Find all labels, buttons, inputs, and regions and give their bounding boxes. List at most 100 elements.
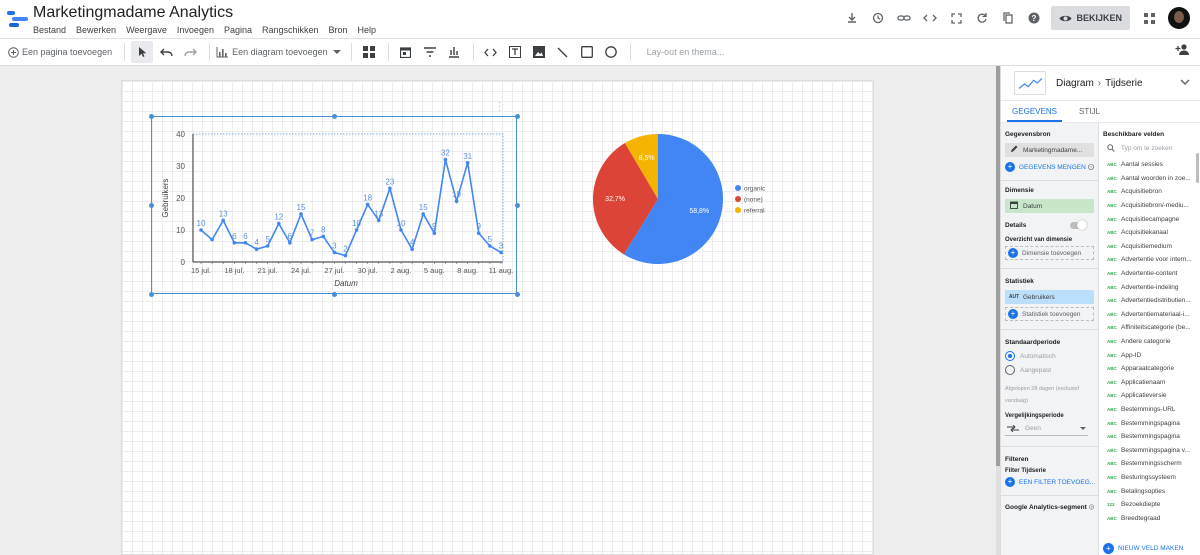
data-source-chip[interactable]: Marketingmadame... [1005,143,1094,157]
data-point[interactable] [399,228,403,232]
data-point[interactable] [499,250,503,255]
menu-view[interactable]: Weergave [126,25,167,35]
add-page-button[interactable]: Een pagina toevoegen [8,41,112,63]
text-box-button[interactable] [504,41,526,63]
field-item[interactable]: ABC Applicatieversie [1103,389,1199,403]
field-item[interactable]: ABC Bestemmingsscherm [1103,457,1199,471]
tab-style[interactable]: STIJL [1062,101,1117,122]
field-item[interactable]: ABC Advertentie-content [1103,267,1199,281]
date-range-button[interactable] [395,41,417,63]
field-item[interactable]: ABC Acquisitiebron [1103,185,1199,199]
apps-grid-icon[interactable] [1136,6,1162,30]
view-button[interactable]: BEKIJKEN [1051,6,1130,30]
field-item[interactable]: ABC Betalingsopties [1103,484,1199,498]
data-point[interactable] [254,247,259,251]
data-point[interactable] [454,199,459,203]
range-custom-radio[interactable]: Aangepast [1005,365,1094,375]
data-point[interactable] [332,250,337,255]
rectangle-button[interactable] [576,41,598,63]
chevron-down-icon[interactable] [1180,77,1190,88]
data-point[interactable] [232,241,237,245]
field-item[interactable]: ABC Aantal woorden in zoe... [1103,172,1199,186]
share-add-person-icon[interactable] [1175,43,1190,58]
layout-theme-button[interactable]: Lay-out en thema... [647,47,725,57]
data-studio-logo-icon[interactable] [7,8,29,30]
report-title[interactable]: Marketingmadame Analytics [33,4,233,22]
avatar[interactable] [1168,7,1190,29]
data-point[interactable] [210,237,214,242]
time-series-type-icon[interactable] [1014,71,1046,95]
data-point[interactable] [488,244,492,248]
data-point[interactable] [321,234,326,239]
pencil-icon[interactable] [1008,145,1020,155]
embed-url-button[interactable] [480,41,502,63]
embed-code-icon[interactable] [917,6,943,30]
add-control-button[interactable] [358,41,380,63]
field-item[interactable]: ABC Aantal sessies [1103,158,1199,172]
data-point[interactable] [376,218,381,223]
data-point[interactable] [276,221,281,226]
help-outline-icon[interactable]: ? [1088,503,1094,511]
data-point[interactable] [476,231,481,235]
data-control-button[interactable] [443,41,465,63]
history-icon[interactable] [865,6,891,30]
help-outline-icon[interactable]: ? [1087,163,1094,171]
data-point[interactable] [365,202,370,207]
data-point[interactable] [199,228,203,232]
circle-button[interactable] [600,41,622,63]
data-point[interactable] [465,161,470,165]
data-point[interactable] [354,228,359,232]
field-item[interactable]: ABC Apparaatcategorie [1103,362,1199,376]
metric-chip[interactable]: AUT Gebruikers [1005,290,1094,304]
chart-more-options-icon[interactable]: · · · [498,99,501,115]
field-item[interactable]: ABC Affiniteitscategorie (be... [1103,321,1199,335]
menu-file[interactable]: Bestand [33,25,66,35]
image-button[interactable] [528,41,550,63]
field-item[interactable]: ABC Bestemmings-URL [1103,403,1199,417]
data-point[interactable] [343,253,348,258]
create-field-button[interactable]: + NIEUW VELD MAKEN [1103,541,1199,555]
blend-data-button[interactable]: + GEGEVENS MENGEN ? [1005,162,1094,172]
fullscreen-icon[interactable] [943,6,969,30]
menu-resource[interactable]: Bron [329,25,348,35]
line-button[interactable] [552,41,574,63]
menu-page[interactable]: Pagina [224,25,252,35]
field-item[interactable]: ABC Advertentiemateriaal-i... [1103,308,1199,322]
add-metric-button[interactable]: + Statistiek toevoegen [1005,307,1094,321]
menu-insert[interactable]: Invoegen [177,25,214,35]
add-filter-button[interactable]: + EEN FILTER TOEVOEG... [1005,477,1095,487]
add-chart-button[interactable]: Een diagram toevoegen [216,41,341,63]
fields-search[interactable]: Typ om te zoeken [1107,144,1199,152]
field-item[interactable]: ABC Advertentie-indeling [1103,280,1199,294]
add-dimension-button[interactable]: + Dimensie toevoegen [1005,246,1094,260]
data-point[interactable] [388,186,392,191]
data-point[interactable] [421,212,426,216]
field-item[interactable]: ABC Andere categorie [1103,335,1199,349]
data-point[interactable] [221,218,226,223]
menu-help[interactable]: Help [358,25,377,35]
field-item[interactable]: ABC Advertentiedistributien... [1103,294,1199,308]
field-item[interactable]: ABC Acquisitiemedium [1103,240,1199,254]
data-point[interactable] [288,241,292,245]
aggregation-badge[interactable]: AUT [1008,294,1020,300]
data-point[interactable] [410,247,414,251]
details-toggle[interactable] [1070,220,1087,230]
field-item[interactable]: ABC Bestemmingspagina [1103,430,1199,444]
menu-arrange[interactable]: Rangschikken [262,25,319,35]
field-item[interactable]: ABC Bestemmingspagina v... [1103,443,1199,457]
help-icon[interactable]: ? [1021,6,1047,30]
redo-button[interactable] [179,41,201,63]
filter-control-button[interactable] [419,41,441,63]
field-item[interactable]: ABC Acquisitiekanaal [1103,226,1199,240]
field-item[interactable]: ABC Advertentie voor intern... [1103,253,1199,267]
link-icon[interactable] [891,6,917,30]
field-item[interactable]: ABC Breedtegraad [1103,511,1199,525]
field-item[interactable]: ABC App-ID [1103,348,1199,362]
field-item[interactable]: 123 Bezoekdiepte [1103,498,1199,512]
range-auto-radio[interactable]: Automatisch [1005,351,1094,361]
menu-edit[interactable]: Bewerken [76,25,116,35]
breadcrumb-subtype[interactable]: Tijdserie [1105,78,1142,89]
compare-select[interactable]: Geen [1005,422,1088,436]
data-point[interactable] [310,237,314,242]
field-item[interactable]: ABC Besturingssysteem [1103,471,1199,485]
